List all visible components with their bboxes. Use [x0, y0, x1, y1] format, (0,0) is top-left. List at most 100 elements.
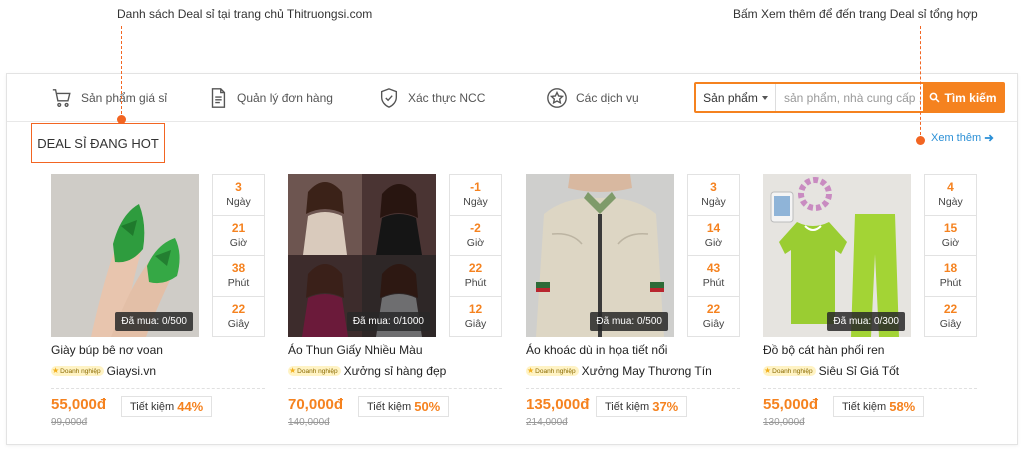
savings-badge: Tiết kiệm 44% — [121, 396, 213, 417]
nav-item-order-management[interactable]: Quản lý đơn hàng — [207, 87, 333, 109]
shop-name[interactable]: Giaysi.vn — [107, 364, 156, 378]
search-input[interactable] — [776, 84, 923, 111]
countdown-value: 18 — [943, 261, 958, 276]
nav-label: Xác thực NCC — [408, 91, 486, 105]
shop-name[interactable]: Siêu Sỉ Giá Tốt — [819, 364, 899, 378]
countdown-minutes: 18 Phút — [925, 256, 976, 297]
homepage-frame: Sản phẩm giá sỉ Quản lý đơn hàng Xác thự… — [6, 73, 1018, 445]
document-icon — [211, 88, 226, 108]
original-price: 140,000đ — [288, 417, 330, 428]
countdown-unit: Giây — [464, 318, 487, 331]
see-more-link[interactable]: Xem thêm — [931, 132, 994, 144]
countdown-value: 22 — [943, 302, 958, 317]
deal-card[interactable]: Đã mua: 0/300 4 Ngày 15 Giờ 18 Phút 22 Giây … — [763, 174, 977, 434]
countdown-minutes: 38 Phút — [213, 256, 264, 297]
countdown-timer: 3 Ngày 21 Giờ 38 Phút 22 Giây — [212, 174, 265, 337]
star-icon: ★ — [764, 366, 772, 375]
savings-badge: Tiết kiệm 58% — [833, 396, 925, 417]
deal-card[interactable]: Đã mua: 0/1000 -1 Ngày -2 Giờ 22 Phút 12 Giâ… — [288, 174, 502, 434]
countdown-unit: Phút — [227, 277, 250, 290]
product-image[interactable]: Đã mua: 0/300 — [763, 174, 911, 337]
shop-info: ★ Doanh nghiệp Xưởng May Thương Tín — [526, 364, 712, 378]
savings-percent: 37% — [652, 399, 679, 414]
business-badge: ★ Doanh nghiệp — [288, 366, 341, 376]
shop-name[interactable]: Xưởng sỉ hàng đẹp — [344, 364, 447, 378]
countdown-unit: Phút — [939, 277, 962, 290]
deal-card[interactable]: Đã mua: 0/500 3 Ngày 21 Giờ 38 Phút 22 Giây … — [51, 174, 265, 434]
business-badge: ★ Doanh nghiệp — [763, 366, 816, 376]
search-button-label: Tìm kiếm — [944, 90, 997, 105]
savings-percent: 44% — [177, 399, 204, 414]
shield-check-icon — [380, 88, 398, 108]
product-image[interactable]: Đã mua: 0/1000 — [288, 174, 436, 337]
savings-label: Tiết kiệm — [130, 400, 175, 413]
original-price: 130,000đ — [763, 417, 805, 428]
annotation-deal-list: Danh sách Deal sỉ tại trang chủ Thitruon… — [117, 7, 373, 21]
savings-label: Tiết kiệm — [842, 400, 887, 413]
countdown-unit: Giây — [939, 318, 962, 331]
product-image[interactable]: Đã mua: 0/500 — [526, 174, 674, 337]
countdown-unit: Ngày — [938, 196, 963, 209]
countdown-days: -1 Ngày — [450, 175, 501, 216]
countdown-timer: -1 Ngày -2 Giờ 22 Phút 12 Giây — [449, 174, 502, 337]
annotation-marker — [117, 115, 126, 124]
countdown-unit: Giây — [227, 318, 250, 331]
product-name[interactable]: Giày búp bê nơ voan — [51, 343, 163, 357]
countdown-seconds: 12 Giây — [450, 297, 501, 338]
search-icon — [930, 92, 940, 103]
product-image[interactable]: Đã mua: 0/500 — [51, 174, 199, 337]
cart-icon — [52, 89, 71, 107]
countdown-unit: Giờ — [466, 236, 485, 249]
annotation-connector — [121, 26, 122, 119]
search-category-select[interactable]: Sản phẩm — [696, 84, 776, 111]
star-circle-icon — [547, 88, 567, 108]
business-badge: ★ Doanh nghiệp — [51, 366, 104, 376]
bought-count: Đã mua: 0/300 — [827, 312, 905, 331]
countdown-value: 3 — [710, 180, 717, 195]
top-navigation-bar: Sản phẩm giá sỉ Quản lý đơn hàng Xác thự… — [7, 74, 1017, 122]
countdown-hours: -2 Giờ — [450, 216, 501, 256]
product-name[interactable]: Đồ bộ cát hàn phối ren — [763, 343, 884, 357]
countdown-value: 43 — [706, 261, 721, 276]
countdown-hours: 14 Giờ — [688, 216, 739, 256]
see-more-label: Xem thêm — [931, 132, 982, 144]
nav-label: Quản lý đơn hàng — [237, 91, 333, 105]
deal-price: 70,000đ — [288, 396, 344, 413]
countdown-hours: 15 Giờ — [925, 216, 976, 256]
badge-label: Doanh nghiệp — [772, 367, 813, 375]
annotation-marker — [916, 136, 925, 145]
savings-label: Tiết kiệm — [367, 400, 412, 413]
deal-price: 135,000đ — [526, 396, 590, 413]
nav-item-verify-supplier[interactable]: Xác thực NCC — [378, 87, 485, 109]
countdown-value: 3 — [235, 180, 242, 195]
star-icon: ★ — [527, 366, 535, 375]
countdown-unit: Phút — [702, 277, 725, 290]
product-name[interactable]: Áo Thun Giấy Nhiều Màu — [288, 343, 423, 357]
countdown-seconds: 22 Giây — [925, 297, 976, 338]
bought-count: Đã mua: 0/500 — [590, 312, 668, 331]
nav-item-services[interactable]: Các dịch vụ — [546, 87, 639, 109]
shop-name[interactable]: Xưởng May Thương Tín — [582, 364, 712, 378]
nav-item-wholesale-products[interactable]: Sản phẩm giá sỉ — [51, 87, 167, 109]
countdown-unit: Ngày — [463, 196, 488, 209]
deal-price: 55,000đ — [51, 396, 107, 413]
countdown-value: 21 — [231, 220, 246, 235]
search-button[interactable]: Tìm kiếm — [923, 84, 1003, 111]
bought-count: Đã mua: 0/500 — [115, 312, 193, 331]
annotation-see-more: Bấm Xem thêm để đến trang Deal sỉ tổng h… — [733, 7, 978, 21]
divider — [51, 388, 265, 389]
product-name[interactable]: Áo khoác dù in họa tiết nổi — [526, 343, 667, 357]
badge-label: Doanh nghiệp — [297, 367, 338, 375]
countdown-minutes: 43 Phút — [688, 256, 739, 297]
savings-badge: Tiết kiệm 50% — [358, 396, 450, 417]
countdown-days: 3 Ngày — [213, 175, 264, 216]
business-badge: ★ Doanh nghiệp — [526, 366, 579, 376]
arrow-right-icon — [984, 134, 994, 142]
countdown-unit: Ngày — [226, 196, 251, 209]
countdown-value: 14 — [706, 220, 721, 235]
countdown-seconds: 22 Giây — [213, 297, 264, 338]
savings-label: Tiết kiệm — [605, 400, 650, 413]
countdown-value: 22 — [468, 261, 483, 276]
countdown-unit: Giờ — [941, 236, 960, 249]
deal-card[interactable]: Đã mua: 0/500 3 Ngày 14 Giờ 43 Phút 22 Giây … — [526, 174, 740, 434]
